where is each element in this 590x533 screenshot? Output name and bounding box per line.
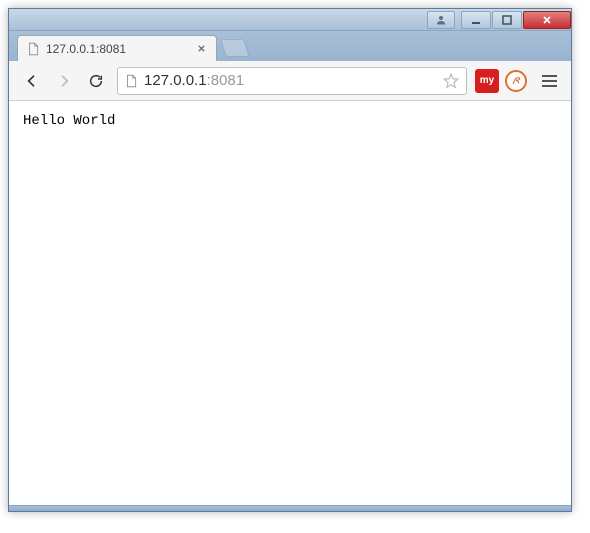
minimize-icon [471, 15, 481, 25]
tab-strip: 127.0.0.1:8081 [9, 31, 571, 61]
back-button[interactable] [17, 66, 47, 96]
hamburger-line [542, 75, 557, 77]
new-tab-button[interactable] [220, 39, 250, 57]
reload-button[interactable] [81, 66, 111, 96]
page-content: Hello World [9, 101, 571, 505]
forward-button[interactable] [49, 66, 79, 96]
tab-title: 127.0.0.1:8081 [46, 42, 188, 56]
browser-toolbar: 127.0.0.1:8081 my [9, 61, 571, 101]
maximize-icon [502, 15, 512, 25]
reload-icon [88, 73, 104, 89]
window-bottom-border [9, 505, 571, 511]
address-bar[interactable]: 127.0.0.1:8081 [117, 67, 467, 95]
browser-tab[interactable]: 127.0.0.1:8081 [17, 35, 217, 61]
close-button[interactable] [523, 11, 571, 29]
extension-label: my [480, 75, 494, 86]
page-body-text: Hello World [23, 113, 115, 129]
file-icon [124, 74, 138, 88]
url-host: 127.0.0.1 [144, 72, 207, 89]
user-profile-button[interactable] [427, 11, 455, 29]
chrome-menu-button[interactable] [535, 67, 563, 95]
address-text: 127.0.0.1:8081 [144, 72, 442, 89]
forward-arrow-icon [56, 73, 72, 89]
x-icon [197, 44, 206, 53]
hamburger-line [542, 80, 557, 82]
browser-window: 127.0.0.1:8081 127.0.0.1:8081 my [8, 8, 572, 512]
close-icon [542, 15, 552, 25]
url-port: :8081 [207, 72, 245, 89]
minimize-button[interactable] [461, 11, 491, 29]
user-icon [435, 14, 447, 26]
scribe-extension-icon[interactable] [505, 70, 527, 92]
tab-close-button[interactable] [194, 42, 208, 56]
my-extension-icon[interactable]: my [475, 69, 499, 93]
script-r-icon [509, 74, 523, 88]
file-icon [26, 42, 40, 56]
back-arrow-icon [24, 73, 40, 89]
window-titlebar [9, 9, 571, 31]
maximize-button[interactable] [492, 11, 522, 29]
bookmark-star-icon[interactable] [442, 72, 460, 90]
hamburger-line [542, 85, 557, 87]
